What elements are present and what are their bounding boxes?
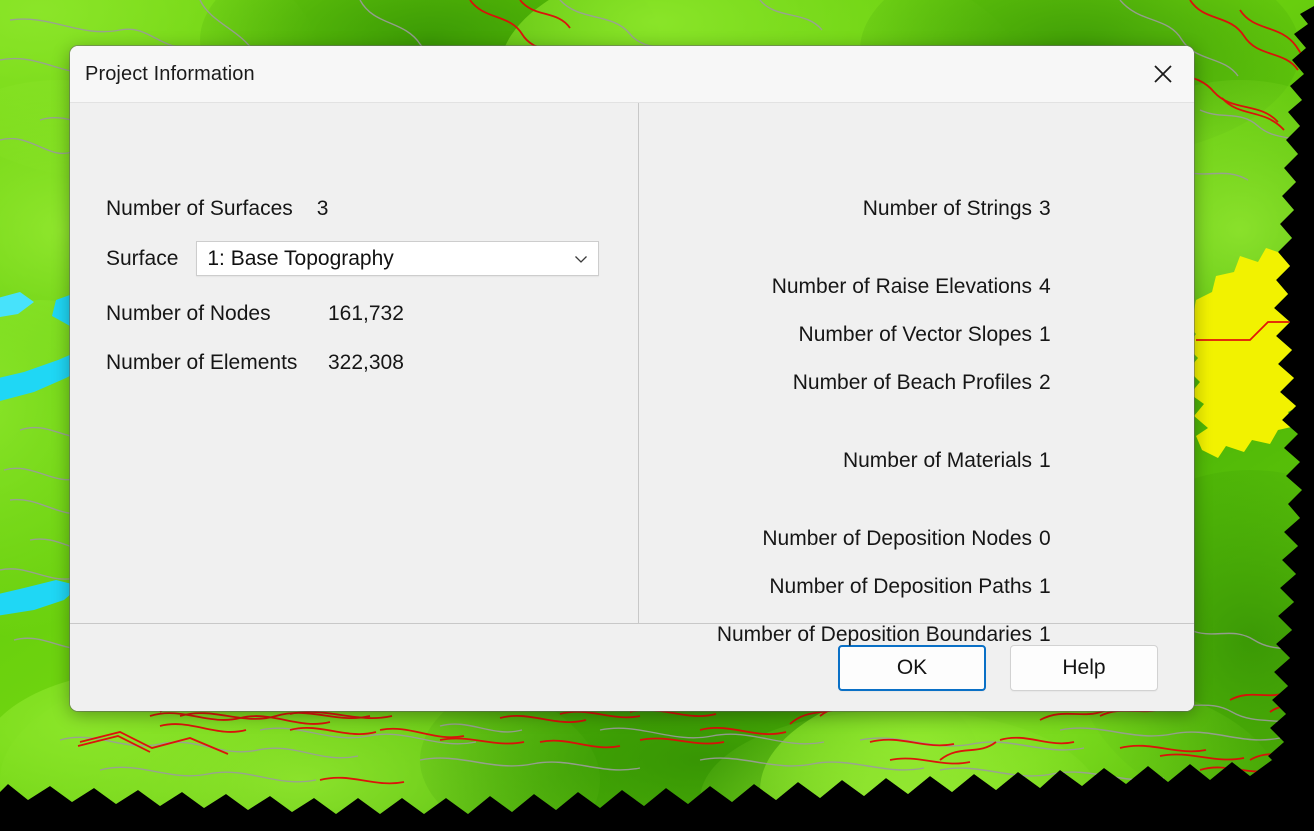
surface-label: Surface xyxy=(106,246,179,270)
info-row-value: 1 xyxy=(1039,323,1051,346)
info-row-value: 0 xyxy=(1039,527,1051,550)
info-row-label: Number of Deposition Paths xyxy=(769,575,1032,598)
right-panel: Number of Strings 3 Number of Raise Elevat… xyxy=(639,103,1194,646)
number-of-elements-label: Number of Elements xyxy=(106,351,298,374)
chevron-down-icon xyxy=(575,255,588,263)
number-of-elements-value: 322,308 xyxy=(328,351,404,374)
help-button[interactable]: Help xyxy=(1010,644,1158,691)
number-of-nodes-value: 161,732 xyxy=(328,302,404,325)
number-of-nodes-label: Number of Nodes xyxy=(106,302,271,325)
info-row-label: Number of Strings xyxy=(862,197,1032,220)
info-row-value: 1 xyxy=(1039,575,1051,598)
info-row-value: 1 xyxy=(1039,623,1051,646)
info-row-value: 4 xyxy=(1039,275,1051,298)
surface-selector-field: Surface 1: Base Topography xyxy=(106,241,600,276)
number-of-surfaces-label: Number of Surfaces xyxy=(106,197,293,220)
info-row-label: Number of Deposition Boundaries xyxy=(716,623,1032,646)
surface-dropdown-value: 1: Base Topography xyxy=(207,246,394,270)
info-row-label: Number of Vector Slopes xyxy=(798,323,1032,346)
info-row-label: Number of Beach Profiles xyxy=(792,371,1032,394)
number-of-surfaces-value: 3 xyxy=(316,197,329,220)
surface-dropdown[interactable]: 1: Base Topography xyxy=(196,241,600,276)
info-row-label: Number of Materials xyxy=(842,449,1032,472)
info-row-label: Number of Raise Elevations xyxy=(771,275,1032,298)
info-row-label: Number of Deposition Nodes xyxy=(762,527,1032,550)
number-of-elements-row: Number of Elements 322,308 xyxy=(106,351,404,375)
dialog-title-bar: Project Information xyxy=(70,46,1194,103)
dialog-body: Number of Surfaces 3 Surface 1: Base Top… xyxy=(70,103,1194,646)
dialog-title: Project Information xyxy=(85,62,255,85)
info-row-value: 2 xyxy=(1039,371,1051,394)
ok-button[interactable]: OK xyxy=(838,644,986,691)
project-information-dialog: Project Information Number of Surfaces 3… xyxy=(70,46,1194,711)
number-of-surfaces-row: Number of Surfaces 3 xyxy=(106,197,328,221)
left-panel: Number of Surfaces 3 Surface 1: Base Top… xyxy=(70,103,639,623)
close-icon xyxy=(1154,64,1172,83)
close-button[interactable] xyxy=(1132,46,1194,101)
number-of-nodes-row: Number of Nodes 161,732 xyxy=(106,302,404,326)
info-row-value: 1 xyxy=(1039,449,1051,472)
info-row-value: 3 xyxy=(1039,197,1051,220)
